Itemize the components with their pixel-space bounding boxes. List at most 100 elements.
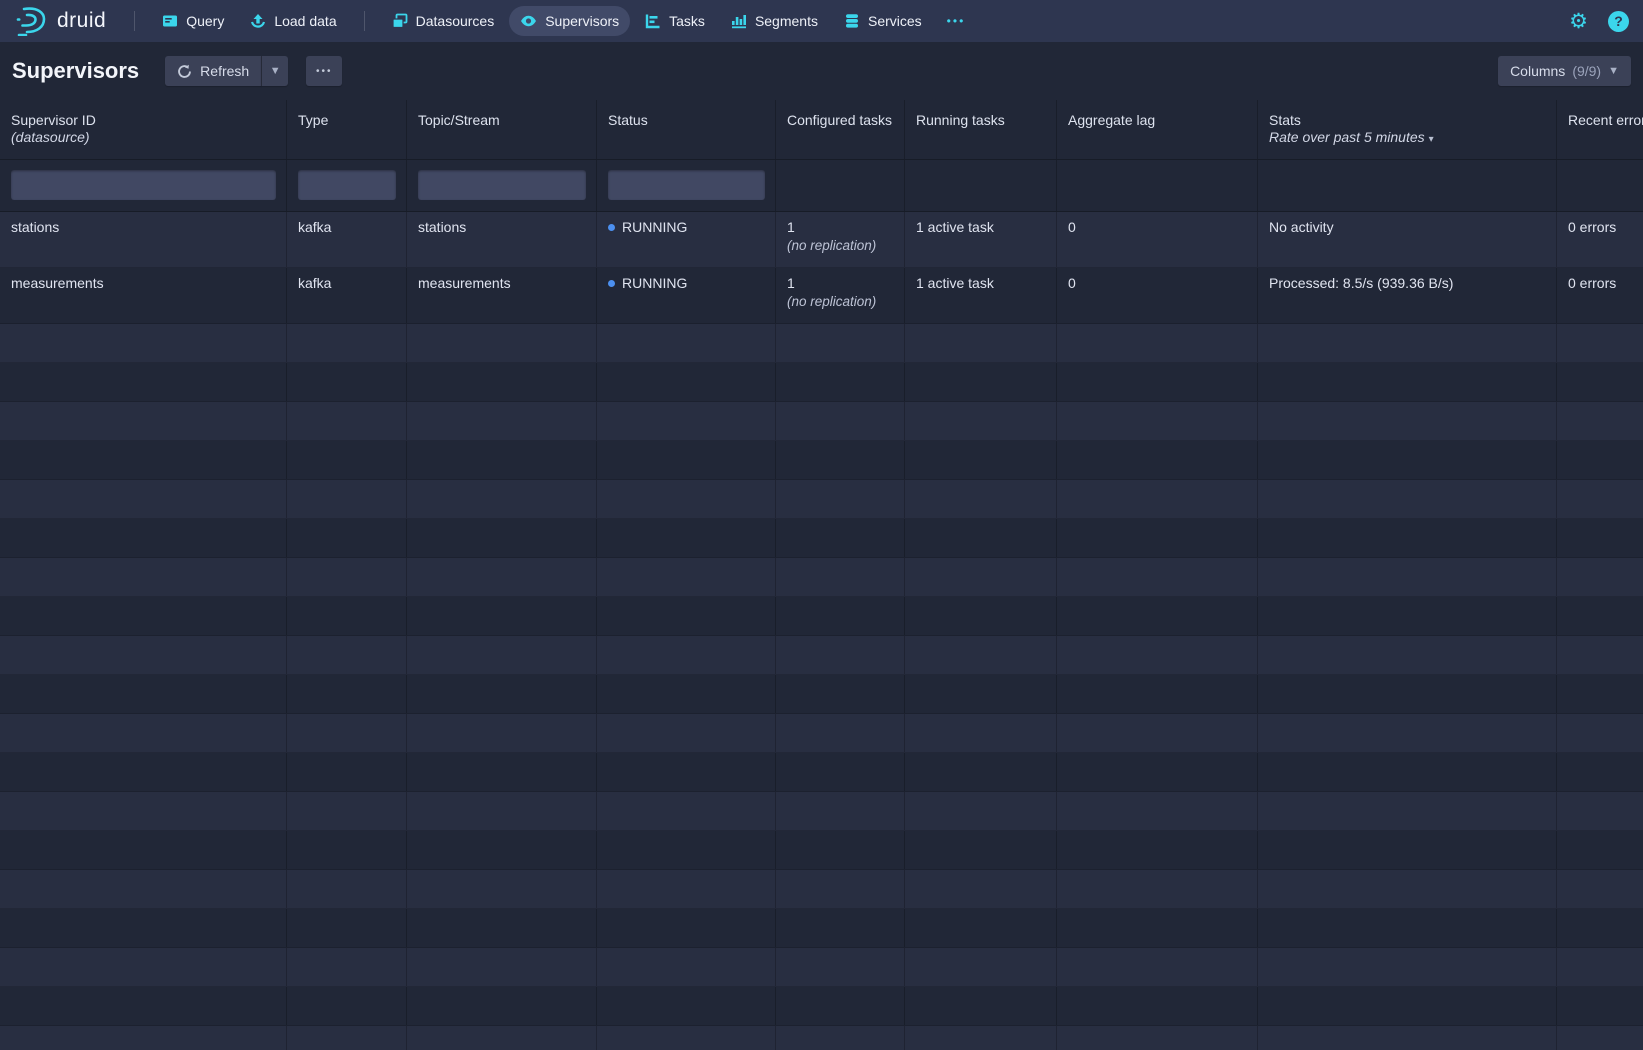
table-cell-empty: [1057, 870, 1258, 908]
table-cell-empty: [776, 324, 905, 362]
nav-item-query[interactable]: Query: [151, 6, 235, 36]
table-cell-empty: [1557, 909, 1643, 947]
table-row-empty: [0, 675, 1643, 714]
empty-rows-container: [0, 324, 1643, 1050]
table-cell-empty: [905, 519, 1057, 557]
more-actions-button[interactable]: •••: [306, 56, 342, 86]
cell-supervisor-id[interactable]: stations: [0, 212, 287, 267]
nav-item-tasks[interactable]: Tasks: [634, 6, 716, 36]
table-cell-empty: [0, 753, 287, 791]
table-row-empty: [0, 792, 1643, 831]
page-title: Supervisors: [12, 58, 139, 84]
table-cell-empty: [287, 714, 407, 752]
table-cell-empty: [1258, 597, 1557, 635]
table-cell-empty: [407, 870, 597, 908]
table-cell-empty: [287, 675, 407, 713]
table-cell-empty: [905, 792, 1057, 830]
column-header-type[interactable]: Type: [287, 100, 407, 159]
nav-item-load-data[interactable]: Load data: [239, 6, 347, 36]
table-cell-empty: [1057, 909, 1258, 947]
table-cell-empty: [1258, 831, 1557, 869]
columns-count: (9/9): [1572, 63, 1601, 79]
table-cell-empty: [905, 870, 1057, 908]
column-header-supervisor-id[interactable]: Supervisor ID (datasource): [0, 100, 287, 159]
column-header-running-tasks[interactable]: Running tasks: [905, 100, 1057, 159]
table-cell-empty: [776, 519, 905, 557]
table-cell-empty: [597, 870, 776, 908]
table-row-empty: [0, 363, 1643, 402]
table-cell-empty: [1057, 675, 1258, 713]
table-cell-empty: [1057, 597, 1258, 635]
table-row-measurements[interactable]: measurements kafka measurements RUNNING …: [0, 268, 1643, 324]
druid-logo-icon: [14, 6, 48, 36]
filter-status-input[interactable]: [608, 170, 765, 200]
table-cell-empty: [1557, 402, 1643, 440]
table-cell-empty: [597, 519, 776, 557]
table-cell-empty: [407, 987, 597, 1025]
table-cell-empty: [407, 519, 597, 557]
table-cell-empty: [1557, 675, 1643, 713]
column-header-topic-stream[interactable]: Topic/Stream: [407, 100, 597, 159]
druid-logo[interactable]: druid: [14, 6, 106, 36]
chevron-down-icon: ▼: [1608, 65, 1619, 77]
table-cell-empty: [597, 675, 776, 713]
table-row-stations[interactable]: stations kafka stations RUNNING 1 (no re…: [0, 212, 1643, 268]
gear-icon[interactable]: ⚙: [1561, 11, 1596, 32]
filter-topic-stream-input[interactable]: [418, 170, 586, 200]
table-cell-empty: [1557, 636, 1643, 674]
cell-aggregate-lag: 0: [1057, 212, 1258, 267]
table-cell-empty: [0, 792, 287, 830]
table-row-empty: [0, 714, 1643, 753]
refresh-button-label: Refresh: [200, 63, 249, 79]
stats-rate-selector[interactable]: Rate over past 5 minutes▾: [1269, 129, 1546, 148]
refresh-interval-caret-button[interactable]: ▼: [261, 56, 288, 86]
column-header-status[interactable]: Status: [597, 100, 776, 159]
nav-more-button[interactable]: •••: [937, 14, 976, 28]
table-cell-empty: [1258, 636, 1557, 674]
table-cell-empty: [905, 402, 1057, 440]
column-header-stats[interactable]: Stats Rate over past 5 minutes▾: [1258, 100, 1557, 159]
cell-supervisor-id[interactable]: measurements: [0, 268, 287, 323]
table-cell-empty: [407, 831, 597, 869]
table-cell-empty: [407, 558, 597, 596]
columns-picker-button[interactable]: Columns (9/9) ▼: [1498, 56, 1631, 86]
column-header-configured-tasks[interactable]: Configured tasks: [776, 100, 905, 159]
table-cell-empty: [0, 402, 287, 440]
filter-type-input[interactable]: [298, 170, 396, 200]
table-cell-empty: [1057, 441, 1258, 479]
column-header-recent-errors[interactable]: Recent errors: [1557, 100, 1643, 159]
table-cell-empty: [776, 714, 905, 752]
table-cell-empty: [1258, 441, 1557, 479]
nav-item-datasources[interactable]: Datasources: [381, 6, 506, 36]
nav-item-segments[interactable]: Segments: [720, 6, 829, 36]
table-cell-empty: [1557, 480, 1643, 518]
table-cell-empty: [1557, 363, 1643, 401]
table-cell-empty: [1258, 558, 1557, 596]
refresh-button[interactable]: Refresh: [165, 56, 261, 86]
table-cell-empty: [1057, 714, 1258, 752]
table-cell-empty: [0, 597, 287, 635]
table-cell-empty: [905, 1026, 1057, 1050]
table-cell-empty: [1057, 558, 1258, 596]
nav-item-supervisors[interactable]: Supervisors: [509, 6, 630, 36]
nav-item-services[interactable]: Services: [833, 6, 933, 36]
cell-status: RUNNING: [597, 212, 776, 267]
table-cell-empty: [776, 363, 905, 401]
table-cell-empty: [0, 324, 287, 362]
table-cell-empty: [776, 558, 905, 596]
table-cell-empty: [776, 909, 905, 947]
table-cell-empty: [597, 792, 776, 830]
filter-supervisor-id-input[interactable]: [11, 170, 276, 200]
table-cell-empty: [287, 753, 407, 791]
cell-configured-tasks: 1 (no replication): [776, 212, 905, 267]
nav-item-label: Tasks: [669, 13, 705, 29]
table-cell-empty: [597, 831, 776, 869]
table-cell-empty: [287, 792, 407, 830]
table-cell-empty: [1258, 714, 1557, 752]
chevron-down-icon: ▾: [1429, 134, 1434, 145]
refresh-button-group: Refresh ▼: [165, 56, 288, 86]
table-cell-empty: [1057, 792, 1258, 830]
column-header-aggregate-lag[interactable]: Aggregate lag: [1057, 100, 1258, 159]
cell-running-tasks: 1 active task: [905, 268, 1057, 323]
help-icon[interactable]: ?: [1608, 11, 1629, 32]
